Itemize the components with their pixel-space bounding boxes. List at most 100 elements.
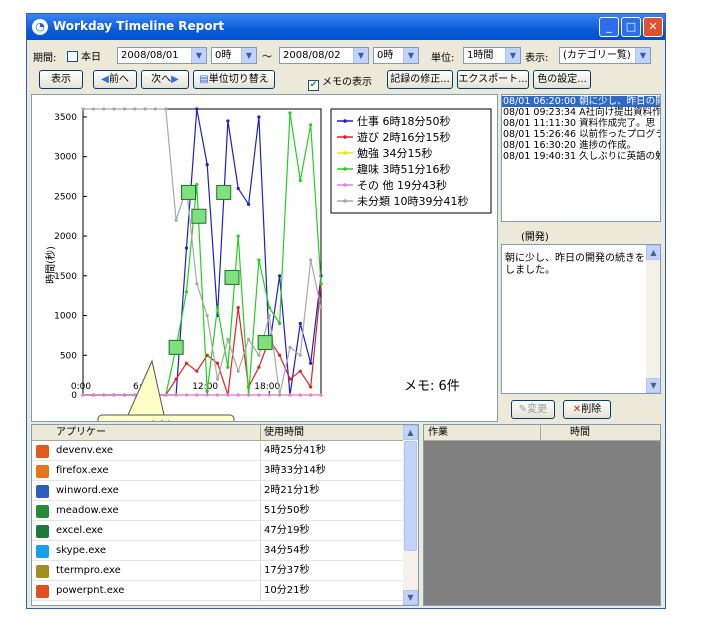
chevron-down-icon[interactable]: ▼ (191, 48, 206, 63)
delete-button[interactable]: ✕削除 (563, 400, 611, 419)
app-name: ttermpro.exe (56, 565, 121, 576)
app-name: skype.exe (56, 545, 106, 556)
change-button[interactable]: ✎変更 (511, 400, 555, 419)
data-point (195, 107, 199, 111)
start-hour-select[interactable]: 0時 ▼ (211, 47, 257, 64)
unit-select[interactable]: 1時間 ▼ (463, 47, 521, 64)
export-button[interactable]: エクスポート... (457, 70, 529, 89)
prev-button[interactable]: ◀前へ (93, 70, 137, 89)
data-point (236, 186, 240, 191)
data-point (226, 119, 230, 123)
col-task-header[interactable]: 作業 (428, 425, 448, 440)
memo-display-checkbox[interactable]: ✔ メモの表示 (308, 73, 372, 91)
scroll-down-icon[interactable]: ▼ (646, 378, 660, 393)
color-settings-button[interactable]: 色の設定... (533, 70, 591, 89)
app-time: 51分50秒 (264, 505, 310, 516)
scroll-thumb[interactable] (404, 441, 417, 551)
today-checkbox[interactable]: 本日 (67, 48, 101, 63)
unit-toggle-button[interactable]: ▤単位切り替え (193, 70, 275, 89)
next-button[interactable]: 次へ▶ (141, 70, 189, 89)
end-hour-value: 0時 (377, 50, 394, 61)
data-point (81, 393, 85, 397)
data-point (246, 393, 251, 397)
data-point (164, 107, 168, 111)
legend-entry: 遊び 2時16分15秒 (357, 130, 451, 144)
scroll-down-icon[interactable]: ▼ (403, 590, 418, 605)
data-point (91, 107, 95, 111)
memo-list-item[interactable]: 08/01 16:30:20 進捗の作成。 (502, 140, 660, 151)
memo-list-item[interactable]: 08/01 19:40:31 久しぶりに英語の勉 (502, 151, 660, 162)
y-axis-label: 時間(秒) (44, 246, 57, 284)
table-row[interactable]: meadow.exe 51分50秒 (32, 502, 403, 521)
memo-marker (191, 208, 207, 224)
y-tick-label: 3000 (54, 153, 77, 163)
start-date-select[interactable]: 2008/08/01 ▼ (117, 47, 207, 64)
chevron-down-icon[interactable]: ▼ (353, 48, 368, 63)
memo-list-item[interactable]: 08/01 11:11:30 資料作成完了。思 (502, 118, 660, 129)
unit-label: 単位: (431, 53, 455, 64)
data-point (298, 353, 302, 357)
minimize-button[interactable]: _ (599, 17, 619, 37)
chevron-down-icon[interactable]: ▼ (635, 48, 650, 63)
data-point (184, 246, 189, 250)
today-label: 本日 (81, 52, 101, 63)
app-time: 34分54秒 (264, 545, 310, 556)
col-app-header[interactable]: アプリケー (56, 425, 106, 440)
column-divider (540, 425, 541, 441)
app-table-header: アプリケー 使用時間 (32, 425, 404, 441)
chart-panel: 05001000150020002500300035000:006:0012:0… (31, 94, 498, 422)
table-row[interactable]: firefox.exe 3時33分14秒 (32, 462, 403, 481)
delete-icon: ✕ (572, 404, 582, 415)
table-row[interactable]: ttermpro.exe 17分37秒 (32, 562, 403, 581)
data-point (184, 393, 189, 397)
edit-record-button[interactable]: 記録の修正... (387, 70, 453, 89)
view-select[interactable]: (カテゴリー覧) ▼ (559, 47, 651, 64)
table-row[interactable]: devenv.exe 4時25分41秒 (32, 442, 403, 461)
chevron-down-icon[interactable]: ▼ (403, 48, 418, 63)
data-point (164, 393, 168, 397)
scroll-up-icon[interactable]: ▲ (403, 425, 418, 440)
col-task-time-header[interactable]: 時間 (570, 425, 590, 440)
chevron-down-icon[interactable]: ▼ (241, 48, 256, 63)
data-point (288, 393, 292, 397)
data-point (112, 107, 116, 111)
column-divider (260, 425, 261, 441)
arrow-left-icon: ◀ (101, 74, 109, 85)
memo-display-label: メモの表示 (322, 77, 372, 88)
data-point (267, 306, 271, 310)
table-row[interactable]: skype.exe 34分54秒 (32, 542, 403, 561)
scroll-up-icon[interactable]: ▲ (646, 245, 660, 260)
data-point (195, 393, 199, 397)
col-time-header[interactable]: 使用時間 (264, 425, 304, 440)
app-table-scrollbar[interactable]: ▲ ▼ (403, 425, 418, 605)
maximize-button[interactable]: □ (621, 17, 641, 37)
chevron-down-icon[interactable]: ▼ (505, 48, 520, 63)
range-separator: 〜 (262, 52, 272, 63)
data-point (257, 353, 261, 357)
end-date-select[interactable]: 2008/08/02 ▼ (279, 47, 369, 64)
close-button[interactable]: ✕ (643, 17, 663, 37)
data-point (195, 369, 199, 373)
data-point (236, 369, 240, 373)
column-divider (260, 502, 261, 521)
show-button[interactable]: 表示 (39, 70, 83, 89)
table-row[interactable]: winword.exe 2時21分1秒 (32, 482, 403, 501)
memo-text-area[interactable]: 朝に少し、昨日の開発の続きを しました。 ▲ ▼ (501, 244, 661, 394)
table-row[interactable]: excel.exe 47分19秒 (32, 522, 403, 541)
plot-area (82, 108, 322, 396)
table-row[interactable]: powerpnt.exe 10分21秒 (32, 582, 403, 601)
end-hour-select[interactable]: 0時 ▼ (373, 47, 419, 64)
today-checkbox-box[interactable] (67, 51, 78, 62)
memo-list[interactable]: 08/01 06:20:00 朝に少し、昨日の開 08/01 09:23:34 A… (501, 94, 661, 222)
memo-list-item[interactable]: 08/01 09:23:34 A社向け提出資料作 (502, 107, 660, 118)
memo-scrollbar[interactable]: ▲ ▼ (646, 245, 660, 393)
memo-marker (224, 269, 240, 285)
legend-entry: 仕事 6時18分50秒 (357, 114, 451, 128)
y-tick-label: 2500 (54, 192, 77, 202)
data-point (143, 107, 147, 111)
legend-marker (343, 151, 347, 155)
checkmark-icon[interactable]: ✔ (308, 80, 319, 91)
memo-list-item[interactable]: 08/01 06:20:00 朝に少し、昨日の開 (502, 96, 660, 107)
y-tick-label: 3500 (54, 113, 77, 123)
memo-list-item[interactable]: 08/01 15:26:46 以前作ったプログラム (502, 129, 660, 140)
